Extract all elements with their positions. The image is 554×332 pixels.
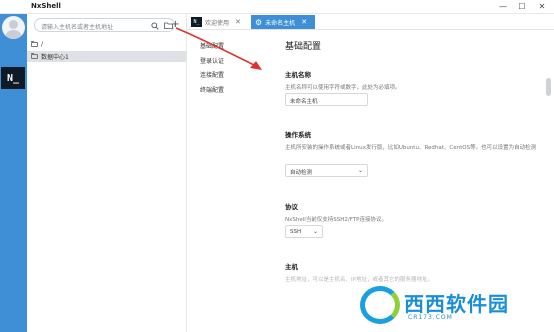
section-host: 主机 主机地址，可以是主机名、IP地址，或者其它的服务器地址。 [285, 261, 540, 283]
minimize-button[interactable]: — [496, 1, 510, 12]
avatar-body-icon [5, 30, 22, 39]
scrollbar-thumb[interactable] [546, 78, 551, 96]
section-os: 操作系统 主机所安装的操作系统或者Linux发行版，比如Ubuntu、Redha… [285, 129, 540, 177]
os-select[interactable]: 自动检测 ⌄ [285, 164, 368, 177]
folder-icon [31, 53, 38, 59]
section-title: 协议 [285, 203, 298, 211]
tab-label: 欢迎使用 [205, 19, 230, 27]
watermark-text: 西西软件园 [404, 292, 509, 316]
avatar-head-icon [9, 20, 18, 29]
tree-row-datacenter[interactable]: 数据中心1 [27, 51, 186, 62]
subnav-login[interactable]: 登录认证 [200, 55, 260, 70]
gear-icon: ⚙ [255, 17, 263, 27]
section-protocol: 协议 NxShell当前仅支持SSH2/FTP连接协议。 SSH ⌄ [285, 201, 540, 238]
subnav-connection[interactable]: 连接配置 [200, 69, 260, 84]
config-form: 基础配置 主机名称 主机名称可以使用字符或数字，此处为必填项。 未命名主机 操作… [285, 39, 540, 283]
folder-icon [31, 41, 38, 47]
section-desc: 主机名称可以使用字符或数字，此处为必填项。 [285, 85, 401, 91]
close-icon[interactable]: ✕ [235, 18, 241, 26]
close-icon[interactable]: ✕ [301, 18, 307, 26]
page-title: 基础配置 [285, 42, 322, 52]
window-title: NxShell [31, 2, 61, 10]
section-hostname: 主机名称 主机名称可以使用字符或数字，此处为必填项。 未命名主机 [285, 69, 540, 106]
watermark-sub: CR173.COM [408, 314, 453, 321]
section-desc: NxShell当前仅支持SSH2/FTP连接协议。 [285, 217, 388, 223]
chevron-down-icon: ⌄ [357, 167, 363, 174]
os-select-value: 自动检测 [290, 170, 313, 176]
left-rail: N_ [0, 14, 27, 332]
tab-welcome[interactable]: N_ 欢迎使用 ✕ [187, 15, 248, 29]
nxshell-icon: N_ [191, 17, 202, 27]
protocol-select[interactable]: SSH ⌄ [285, 225, 323, 238]
search-icon[interactable] [149, 20, 160, 31]
section-title: 主机名称 [285, 71, 311, 79]
avatar[interactable] [2, 16, 25, 39]
tree-row-root[interactable]: / [27, 39, 186, 50]
protocol-select-value: SSH [290, 229, 302, 235]
search-box[interactable]: 请输入主机名或者主机地址 [34, 18, 175, 32]
config-subnav: 基础配置 登录认证 连接配置 终端配置 [200, 40, 260, 98]
section-title: 主机 [285, 263, 298, 271]
close-button[interactable]: ✕ [535, 1, 549, 12]
app-logo[interactable]: N_ [1, 67, 25, 89]
search-input[interactable]: 请输入主机名或者主机地址 [41, 22, 113, 31]
tree-label: / [41, 41, 44, 48]
subnav-terminal[interactable]: 终端配置 [200, 84, 260, 99]
subnav-basic[interactable]: 基础配置 [200, 40, 260, 55]
watermark-ring-icon [360, 286, 400, 324]
maximize-button[interactable]: ☐ [515, 1, 529, 12]
host-sidebar: 请输入主机名或者主机地址 + / 数据中心1 [27, 14, 187, 332]
chevron-down-icon: ⌄ [312, 228, 318, 235]
section-title: 操作系统 [285, 131, 311, 139]
tab-new-host[interactable]: ⚙ 未命名主机 ✕ [251, 15, 315, 29]
title-bar: NxShell — ☐ ✕ [0, 0, 554, 14]
section-desc: 主机所安装的操作系统或者Linux发行版，比如Ubuntu、Redhat、Cen… [285, 145, 537, 151]
tab-label: 未命名主机 [265, 19, 296, 27]
hostname-input[interactable]: 未命名主机 [285, 93, 368, 106]
add-host-button[interactable]: + [170, 19, 181, 30]
tree-label: 数据中心1 [41, 54, 69, 61]
watermark-logo: 西西软件园 CR173.COM [360, 282, 550, 328]
tab-bar: N_ 欢迎使用 ✕ ⚙ 未命名主机 ✕ [187, 14, 554, 30]
